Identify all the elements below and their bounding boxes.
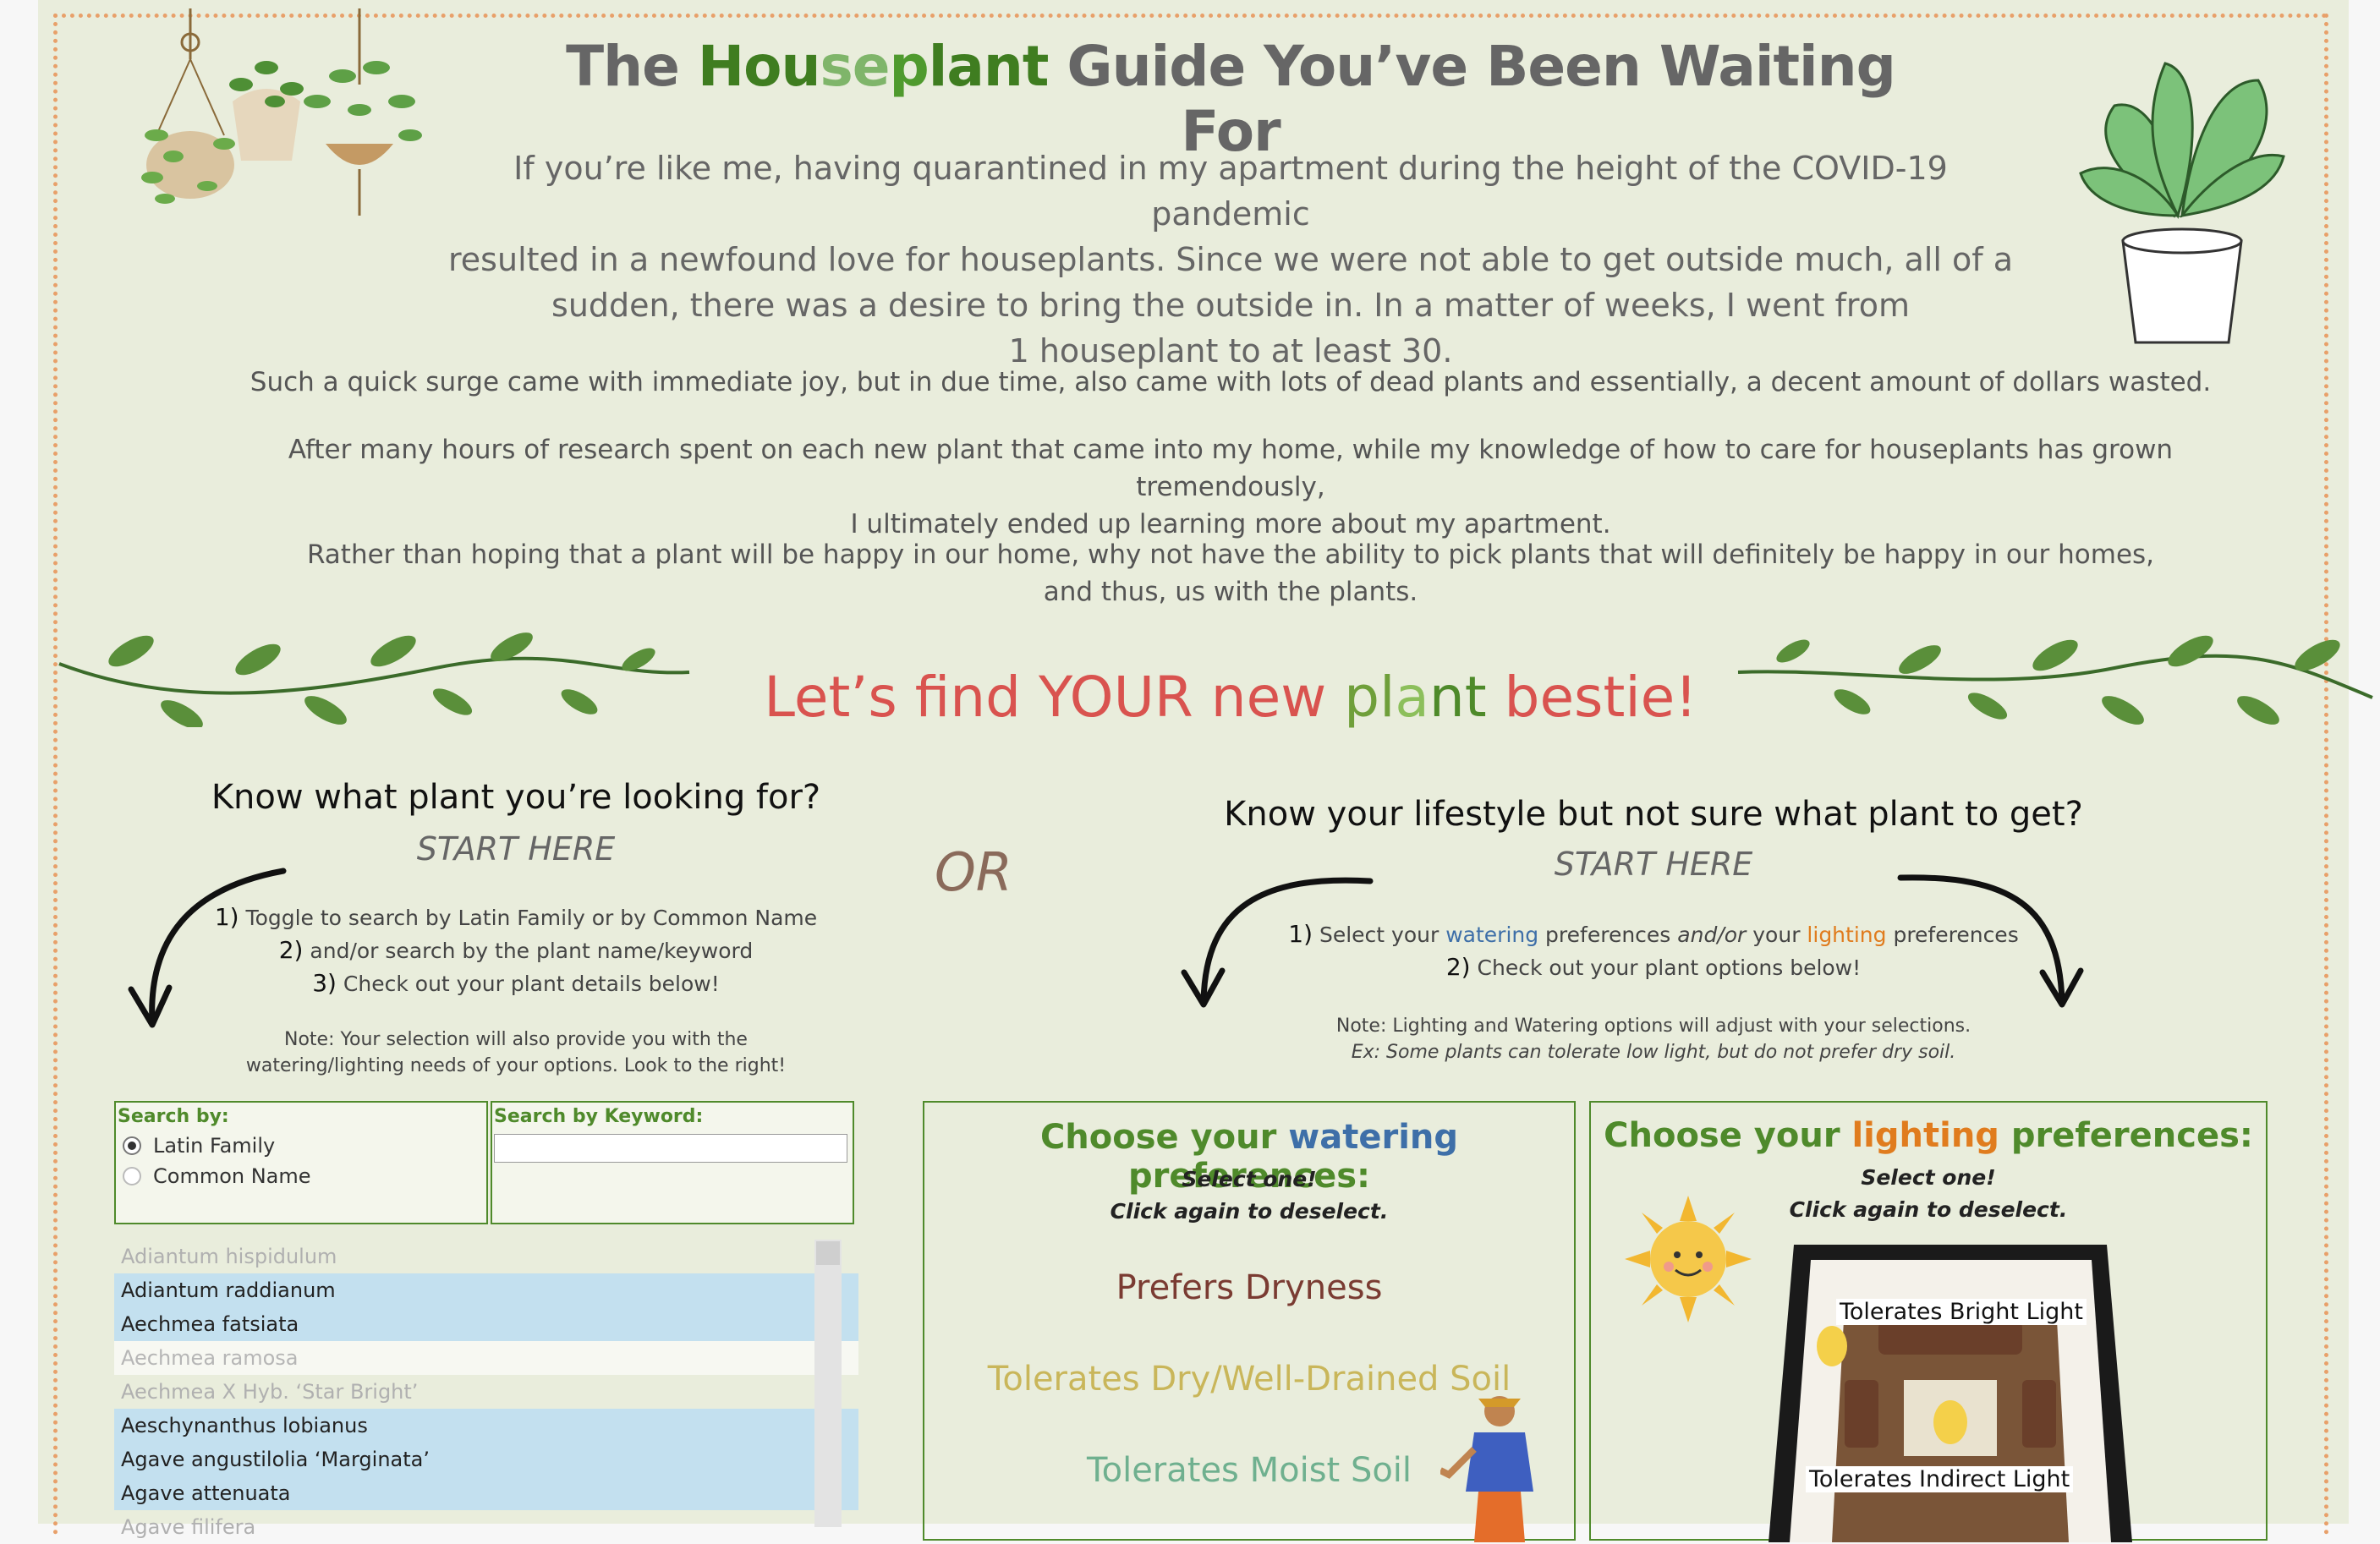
search-by-label: Search by: (118, 1106, 229, 1127)
room-illustration (1769, 1245, 2132, 1542)
plant-list-item[interactable]: Aechmea ramosa (114, 1341, 858, 1375)
paragraph-3: Rather than hoping that a plant will be … (306, 539, 2155, 607)
hanging-plants-illustration (141, 8, 422, 216)
watering-instructions: Select one! Click again to deselect. (1110, 1167, 1389, 1224)
lighting-title: Choose your lighting preferences: (1604, 1116, 2253, 1155)
plant-list-item[interactable]: Adiantum hispidulum (114, 1240, 858, 1273)
option-bright-light[interactable]: Tolerates Bright Light (1836, 1299, 2087, 1325)
right-steps: 1) Select your watering preferences and/… (1288, 920, 2019, 981)
plant-list-item[interactable]: Adiantum raddianum (114, 1273, 858, 1307)
plant-list-item[interactable]: Agave filifera (114, 1510, 858, 1544)
intro-text: If you’re like me, having quarantined in… (448, 150, 2013, 370)
plant-list-item[interactable]: Aechmea fatsiata (114, 1307, 858, 1341)
or-label: OR (935, 841, 1012, 903)
option-prefers-dryness[interactable]: Prefers Dryness (924, 1268, 1574, 1307)
page-title: The Houseplant Guide You’ve Been Waiting… (566, 34, 1896, 164)
option-indirect-light[interactable]: Tolerates Indirect Light (1806, 1466, 2074, 1492)
search-keyword-filter: Search by Keyword: (491, 1101, 854, 1224)
plant-list-item[interactable]: Agave attenuata (114, 1476, 858, 1510)
left-heading: Know what plant you’re looking for? (211, 778, 821, 817)
dashboard-page: The Houseplant Guide You’ve Been Waiting… (38, 0, 2373, 1542)
sun-icon (1625, 1196, 1752, 1322)
scrollbar-thumb[interactable] (816, 1241, 840, 1265)
watering-panel: Choose your watering preferences: Select… (923, 1101, 1576, 1542)
right-heading: Know your lifestyle but not sure what pl… (1224, 795, 2083, 834)
radio-common-name[interactable]: Common Name (123, 1164, 480, 1188)
plant-list-item[interactable]: Aeschynanthus lobianus (114, 1409, 858, 1443)
monstera-pot-illustration (2079, 62, 2285, 344)
radio-unchecked-icon[interactable] (123, 1167, 141, 1185)
search-by-filter: Search by: Latin Family Common Name (114, 1101, 488, 1224)
vine-left-decoration (58, 632, 690, 727)
paragraph-1: Such a quick surge came with immediate j… (250, 367, 2212, 397)
right-note: Note: Lighting and Watering options will… (1335, 1016, 1971, 1063)
plant-list-item[interactable]: Agave angustilolia ‘Marginata’ (114, 1443, 858, 1476)
keyword-input[interactable] (494, 1134, 847, 1163)
radio-checked-icon[interactable] (123, 1136, 141, 1155)
list-scrollbar[interactable] (814, 1240, 842, 1527)
left-steps: 1) Toggle to search by Latin Family or b… (214, 903, 818, 997)
lighting-panel: Choose your lighting preferences: Select… (1589, 1101, 2268, 1542)
plant-list-item[interactable]: Aechmea X Hyb. ‘Star Bright’ (114, 1375, 858, 1409)
bestie-heading: Let’s find YOUR new plant bestie! (764, 665, 1697, 730)
plant-list: Adiantum hispidulum Adiantum raddianum Aec… (114, 1240, 858, 1539)
left-note: Note: Your selection will also provide y… (245, 1029, 787, 1076)
radio-latin-family[interactable]: Latin Family (123, 1134, 480, 1158)
gardener-illustration (1440, 1396, 1533, 1542)
paragraph-2: After many hours of research spent on ea… (288, 435, 2174, 539)
keyword-label: Search by Keyword: (494, 1106, 704, 1127)
